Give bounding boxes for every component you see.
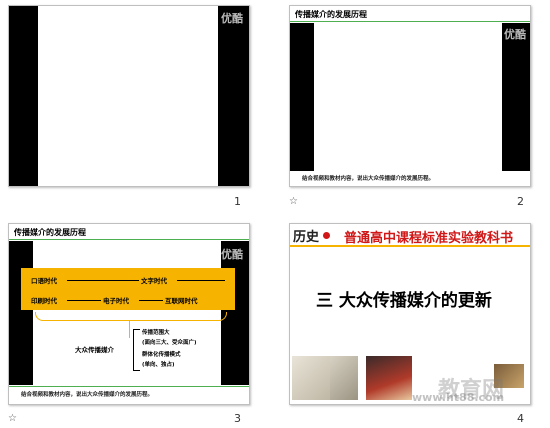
video-black-bar-right <box>218 6 249 186</box>
slide-caption: 结合视频和教材内容，说出大众传播媒介的发展历程。 <box>21 392 154 398</box>
slide-thumbnail-2[interactable]: 传播媒介的发展历程 优酷 结合视频和教材内容，说出大众传播媒介的发展历程。 <box>289 5 531 187</box>
slide-thumbnail-1[interactable]: 优酷 <box>8 5 250 187</box>
mass-media-brace <box>133 329 140 371</box>
era-internet: 互联网时代 <box>165 297 198 305</box>
bracket-stem <box>129 320 130 338</box>
slide-number-4: 4 <box>517 412 524 425</box>
subject-mark-icon <box>323 232 330 239</box>
mass-media-feature: (单向、独占) <box>142 362 175 368</box>
watermark-url: www.ht88.com <box>412 391 505 404</box>
video-black-bar-left <box>9 6 38 186</box>
movie-poster-photo <box>366 356 412 400</box>
subject-label: 历史 <box>293 230 320 245</box>
mass-media-label: 大众传播媒介 <box>75 346 114 354</box>
slide-thumbnail-4[interactable]: 历史 普通高中课程标准实验教科书 三 大众传播媒介的更新 教育网 www.ht8… <box>289 223 531 405</box>
era-writing: 文字时代 <box>141 277 167 285</box>
header-rule <box>290 245 530 247</box>
youku-logo: 优酷 <box>221 248 243 261</box>
title-underline <box>9 239 249 240</box>
slide-number-1: 1 <box>234 195 241 208</box>
animation-star-icon[interactable]: ☆ <box>8 413 17 424</box>
mass-media-feature: (面向三大、受众面广) <box>142 340 197 346</box>
video-black-bar-left <box>290 23 314 171</box>
slide-title: 传播媒介的发展历程 <box>14 228 86 237</box>
slide-number-2: 2 <box>517 195 524 208</box>
era-connector <box>67 300 101 301</box>
subject-tab: 历史 <box>290 224 340 245</box>
slide-title: 传播媒介的发展历程 <box>295 10 367 19</box>
video-black-bar-left <box>9 241 33 385</box>
era-electronic: 电子时代 <box>103 297 129 305</box>
era-oral: 口语时代 <box>31 277 57 285</box>
era-printing: 印刷时代 <box>31 297 57 305</box>
main-title: 三 大众传播媒介的更新 <box>316 291 492 311</box>
youku-logo: 优酷 <box>504 28 526 41</box>
caption-rule <box>9 386 249 387</box>
video-black-bar-right <box>502 23 530 171</box>
mass-media-feature: 传播范围大 <box>142 330 170 336</box>
series-title: 普通高中课程标准实验教科书 <box>344 231 514 246</box>
mass-media-feature: 群体化传播模式 <box>142 352 181 358</box>
era-connector <box>139 300 163 301</box>
title-underline <box>290 21 530 22</box>
newspaper-photo <box>292 356 330 400</box>
slide-number-3: 3 <box>234 412 241 425</box>
era-bracket <box>35 312 227 321</box>
animation-star-icon[interactable]: ☆ <box>289 196 298 207</box>
slide-thumbnail-3[interactable]: 传播媒介的发展历程 优酷 口语时代 文字时代 印刷时代 电子时代 互联网时代 大… <box>8 223 250 405</box>
newspaper-photo <box>330 356 358 400</box>
era-connector <box>67 280 139 281</box>
youku-logo: 优酷 <box>221 12 243 25</box>
era-connector <box>177 280 225 281</box>
slide-caption: 结合视频和教材内容，说出大众传播媒介的发展历程。 <box>302 176 435 182</box>
